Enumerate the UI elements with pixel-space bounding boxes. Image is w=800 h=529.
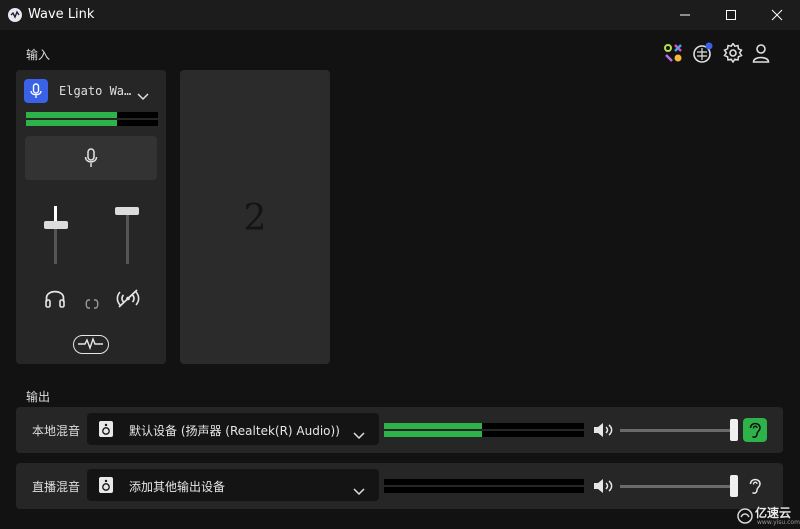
close-button[interactable] <box>754 0 800 30</box>
speaker-device-icon <box>99 421 113 437</box>
output-device-name: 添加其他输出设备 <box>129 480 226 494</box>
chevron-down-icon[interactable] <box>353 481 365 500</box>
volume-slider-track[interactable] <box>620 485 734 488</box>
microphone-icon <box>84 148 98 167</box>
output-row-label: 直播混音 <box>32 480 81 494</box>
output-level-fill <box>384 431 482 437</box>
chevron-down-icon[interactable] <box>353 425 365 444</box>
input-level-fill-right <box>26 120 118 126</box>
input-level-meter-right <box>26 120 158 126</box>
output-level-meter-right <box>384 431 584 437</box>
stream-muted-icon[interactable] <box>116 288 140 312</box>
output-row-local-mix: 本地混音 默认设备 (扬声器 (Realtek(R) Audio)) <box>16 407 783 453</box>
input-device-name[interactable]: Elgato Wa… <box>59 84 131 98</box>
output-row-label: 本地混音 <box>32 424 81 438</box>
headphones-icon[interactable] <box>44 288 66 312</box>
output-level-fill <box>384 423 482 429</box>
stream-mix-fader-knob[interactable] <box>115 207 139 215</box>
output-level-meter-right <box>384 487 584 493</box>
maximize-button[interactable] <box>708 0 754 30</box>
watermark: 亿速云 www.yisu.com <box>737 504 800 528</box>
account-icon[interactable] <box>750 42 772 64</box>
input-channel-card: Elgato Wa… <box>16 70 166 364</box>
slot-number: 2 <box>243 198 267 239</box>
volume-speaker-icon[interactable] <box>593 478 615 498</box>
mic-mute-button[interactable] <box>25 136 157 180</box>
wave-link-logo-icon <box>8 8 22 22</box>
microphone-badge-icon <box>24 79 48 103</box>
listen-toggle-button[interactable] <box>743 474 767 498</box>
watermark-logo-icon <box>737 508 753 524</box>
output-section-label: 输出 <box>26 390 51 404</box>
app-title: Wave Link <box>28 7 95 22</box>
output-device-select[interactable]: 添加其他输出设备 <box>87 469 379 501</box>
volume-slider-track[interactable] <box>620 429 734 432</box>
title-bar: Wave Link <box>0 0 800 30</box>
output-row-stream-mix: 直播混音 添加其他输出设备 <box>16 463 783 509</box>
ear-icon <box>749 422 761 438</box>
output-level-meter-left <box>384 479 584 485</box>
minimize-button[interactable] <box>662 0 708 30</box>
volume-speaker-icon[interactable] <box>593 422 615 442</box>
effects-button[interactable] <box>73 335 109 354</box>
input-section-label: 输入 <box>26 48 51 62</box>
add-input-slot[interactable]: 2 <box>180 70 330 364</box>
marketplace-icon[interactable] <box>662 42 684 64</box>
volume-slider-thumb[interactable] <box>730 475 738 497</box>
ear-icon <box>749 478 761 494</box>
waveform-icon <box>78 336 103 351</box>
settings-icon[interactable] <box>722 42 744 64</box>
output-device-name: 默认设备 (扬声器 (Realtek(R) Audio)) <box>129 424 340 438</box>
input-level-meter-left <box>26 112 158 118</box>
volume-slider-thumb[interactable] <box>730 419 738 441</box>
output-level-meter-left <box>384 423 584 429</box>
speaker-device-icon <box>99 477 113 493</box>
chevron-down-icon[interactable] <box>137 86 149 105</box>
plugin-notification-icon[interactable] <box>692 42 714 64</box>
watermark-subtext: www.yisu.com <box>757 519 800 526</box>
monitor-mix-fader-knob[interactable] <box>44 221 68 229</box>
link-faders-icon[interactable] <box>85 294 99 313</box>
output-device-select[interactable]: 默认设备 (扬声器 (Realtek(R) Audio)) <box>87 413 379 445</box>
input-level-fill-left <box>26 112 118 118</box>
listen-toggle-button[interactable] <box>743 418 767 442</box>
stream-mix-fader-track[interactable] <box>126 210 129 264</box>
